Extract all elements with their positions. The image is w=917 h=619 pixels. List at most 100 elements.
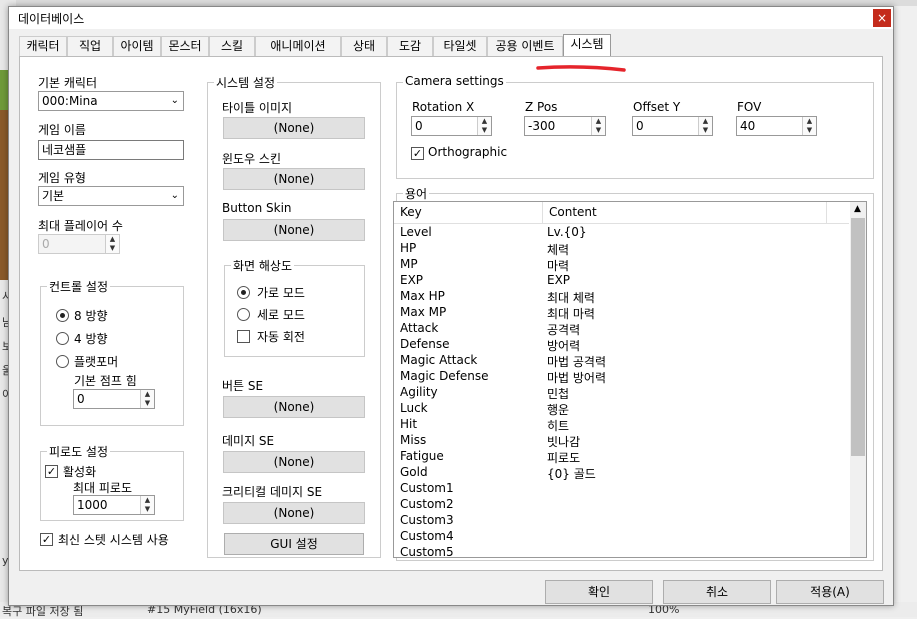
term-key[interactable]: Miss	[400, 433, 426, 447]
button-se-button[interactable]: (None)	[223, 396, 365, 418]
term-key[interactable]: Gold	[400, 465, 428, 479]
fov-stepper[interactable]: 40 ▲ ▼	[736, 116, 817, 136]
tab-state[interactable]: 상태	[341, 36, 387, 56]
term-content[interactable]: 최대 마력	[547, 305, 595, 322]
term-key[interactable]: Magic Defense	[400, 369, 489, 383]
terms-scrollbar[interactable]: ▲	[850, 202, 866, 557]
term-key[interactable]: Fatigue	[400, 449, 444, 463]
term-content[interactable]: 마력	[547, 257, 569, 274]
term-content[interactable]: 최대 체력	[547, 289, 595, 306]
spin-arrows-icon[interactable]: ▲ ▼	[140, 390, 154, 408]
offset-value: 0	[636, 119, 644, 133]
term-content[interactable]: EXP	[547, 273, 570, 287]
zpos-stepper[interactable]: -300 ▲ ▼	[524, 116, 606, 136]
dir8-radio[interactable]	[56, 309, 69, 322]
term-content[interactable]: 마법 방어력	[547, 369, 606, 386]
cancel-button[interactable]: 취소	[663, 580, 771, 604]
spin-arrows-icon[interactable]: ▲ ▼	[591, 117, 605, 135]
spin-arrows-icon[interactable]: ▲ ▼	[105, 235, 119, 253]
platformer-radio[interactable]	[56, 355, 69, 368]
game-name-input[interactable]: 네코샘플	[38, 140, 184, 160]
term-content[interactable]: 공격력	[547, 321, 580, 338]
landscape-radio[interactable]	[237, 286, 250, 299]
game-type-select[interactable]: 기본 ⌄	[38, 186, 184, 206]
ortho-checkbox[interactable]: ✓	[411, 147, 424, 160]
term-key[interactable]: Luck	[400, 401, 428, 415]
stat-system-checkbox[interactable]: ✓	[40, 533, 53, 546]
term-key[interactable]: EXP	[400, 273, 423, 287]
ok-button[interactable]: 확인	[545, 580, 653, 604]
term-key[interactable]: Custom3	[400, 513, 454, 527]
term-content[interactable]: {0} 골드	[547, 465, 596, 482]
tab-system[interactable]: 시스템	[563, 34, 611, 56]
title-image-button[interactable]: (None)	[223, 117, 365, 139]
window-skin-button[interactable]: (None)	[223, 168, 365, 190]
term-content[interactable]: 마법 공격력	[547, 353, 606, 370]
portrait-radio[interactable]	[237, 308, 250, 321]
button-skin-button[interactable]: (None)	[223, 219, 365, 241]
term-key[interactable]: MP	[400, 257, 418, 271]
tab-animation[interactable]: 애니메이션	[255, 36, 341, 56]
term-content[interactable]: 민첩	[547, 385, 569, 402]
col-key-header[interactable]: Key	[400, 205, 422, 219]
rotation-stepper[interactable]: 0 ▲ ▼	[411, 116, 492, 136]
apply-button[interactable]: 적용(A)	[776, 580, 884, 604]
scroll-thumb[interactable]	[851, 218, 865, 456]
term-key[interactable]: Custom4	[400, 529, 454, 543]
term-content[interactable]: 피로도	[547, 449, 580, 466]
term-key[interactable]: Max HP	[400, 289, 445, 303]
offset-stepper[interactable]: 0 ▲ ▼	[632, 116, 713, 136]
spin-arrows-icon[interactable]: ▲ ▼	[698, 117, 712, 135]
fatigue-enable-label: 활성화	[63, 465, 97, 479]
term-key[interactable]: Custom1	[400, 481, 454, 495]
base-char-select[interactable]: 000:Mina ⌄	[38, 91, 184, 111]
term-content[interactable]: 방어력	[547, 337, 580, 354]
spin-arrows-icon[interactable]: ▲ ▼	[140, 496, 154, 514]
tab-bestiary[interactable]: 도감	[387, 36, 433, 56]
tab-common-event[interactable]: 공용 이벤트	[487, 36, 563, 56]
jump-value: 0	[77, 392, 85, 406]
spin-arrows-icon[interactable]: ▲ ▼	[802, 117, 816, 135]
gui-settings-button[interactable]: GUI 설정	[224, 533, 364, 555]
terms-list[interactable]: Key Content Level Lv.{0} HP 체력 MP 마력 EXP EXP Max…	[393, 201, 867, 559]
term-key[interactable]: Hit	[400, 417, 417, 431]
term-content[interactable]: 행운	[547, 401, 569, 418]
tab-monster[interactable]: 몬스터	[161, 36, 209, 56]
spin-arrows-icon[interactable]: ▲ ▼	[477, 117, 491, 135]
camera-title: Camera settings	[403, 74, 506, 88]
col-content-header[interactable]: Content	[549, 205, 597, 219]
term-content[interactable]: Lv.{0}	[547, 225, 587, 239]
close-button[interactable]: ×	[873, 9, 891, 27]
term-key[interactable]: HP	[400, 241, 416, 255]
term-key[interactable]: Level	[400, 225, 432, 239]
max-players-stepper[interactable]: 0 ▲ ▼	[38, 234, 120, 254]
tab-tileset[interactable]: 타일셋	[433, 36, 487, 56]
tab-character[interactable]: 캐릭터	[19, 36, 67, 56]
crit-se-button[interactable]: (None)	[223, 502, 365, 524]
term-key[interactable]: Agility	[400, 385, 438, 399]
tab-skill[interactable]: 스킬	[209, 36, 255, 56]
term-key[interactable]: Custom5	[400, 545, 454, 559]
resolution-title: 화면 해상도	[231, 257, 295, 274]
term-key[interactable]: Magic Attack	[400, 353, 477, 367]
max-players-label: 최대 플레이어 수	[38, 219, 123, 233]
term-content[interactable]: 체력	[547, 241, 569, 258]
zpos-label: Z Pos	[525, 100, 558, 114]
term-key[interactable]: Defense	[400, 337, 449, 351]
term-key[interactable]: Max MP	[400, 305, 446, 319]
dir4-radio[interactable]	[56, 332, 69, 345]
term-content[interactable]: 빗나감	[547, 433, 580, 450]
jump-stepper[interactable]: 0 ▲ ▼	[73, 389, 155, 409]
term-key[interactable]: Attack	[400, 321, 438, 335]
tab-class[interactable]: 직업	[67, 36, 113, 56]
term-content[interactable]: 히트	[547, 417, 569, 434]
damage-se-button[interactable]: (None)	[223, 451, 365, 473]
auto-rotate-checkbox[interactable]	[237, 330, 250, 343]
max-fatigue-stepper[interactable]: 1000 ▲ ▼	[73, 495, 155, 515]
scroll-up-icon[interactable]: ▲	[854, 204, 861, 214]
term-key[interactable]: Custom2	[400, 497, 454, 511]
tab-item[interactable]: 아이템	[113, 36, 161, 56]
button-skin-label: Button Skin	[222, 201, 292, 215]
fatigue-checkbox[interactable]: ✓	[45, 465, 58, 478]
damage-se-label: 데미지 SE	[222, 434, 275, 448]
